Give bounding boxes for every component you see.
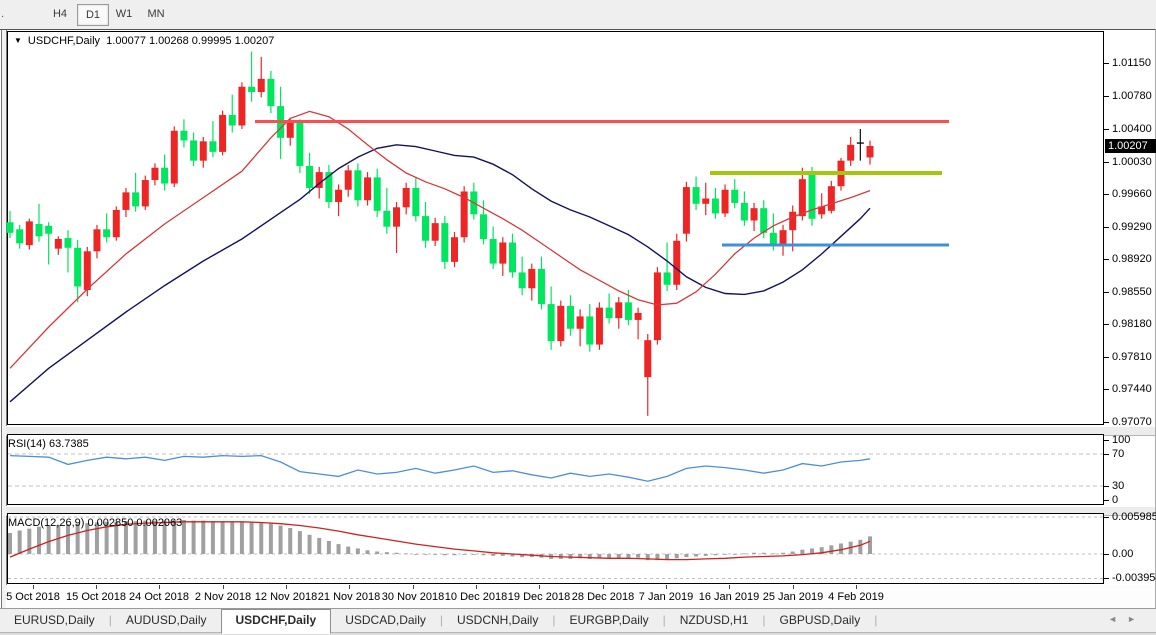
- timeframe-toolbar: . H4 D1 W1 MN: [0, 0, 1156, 30]
- time-axis-tick: [603, 585, 604, 589]
- price-axis-label: 0.98550: [1112, 285, 1152, 298]
- price-axis-label: 1.00780: [1112, 89, 1152, 102]
- price-axis-tick: [1104, 259, 1109, 261]
- time-axis-tick: [793, 585, 794, 589]
- price-axis-tick: [1104, 128, 1109, 130]
- time-axis-label: 21 Nov 2018: [317, 591, 381, 603]
- toolbar-overflow-glyph: .: [1, 8, 5, 20]
- chart-tab-usdcnh[interactable]: USDCNH,Daily: [443, 609, 552, 632]
- macd-axis-label: -0.003954: [1112, 572, 1156, 584]
- chart-tab-gbpusd[interactable]: GBPUSD,Daily: [766, 609, 875, 632]
- chart-tab-eurusd[interactable]: EURUSD,Daily: [0, 609, 109, 632]
- time-axis-tick: [159, 585, 160, 589]
- chart-workspace: ▼ USDCHF,Daily 1.00077 1.00268 0.99995 1.…: [0, 29, 1156, 608]
- chart-tab-bar: EURUSD,Daily | AUDUSD,Daily USDCHF,Daily USD…: [0, 608, 1156, 634]
- rsi-label: RSI(14) 63.7385: [8, 438, 89, 450]
- time-axis-tick: [349, 585, 350, 589]
- rsi-axis-label: 100: [1112, 434, 1131, 446]
- price-axis-label: 0.98180: [1112, 318, 1152, 331]
- price-axis-label: 1.00400: [1112, 122, 1152, 135]
- price-axis-tick: [1104, 356, 1109, 358]
- price-axis-tick: [1104, 291, 1109, 293]
- price-axis-label: 1.01150: [1112, 57, 1151, 69]
- price-axis-tick: [1104, 226, 1109, 228]
- timeframe-button-h4[interactable]: H4: [45, 4, 75, 24]
- macd-axis-tick: [1104, 554, 1109, 555]
- rsi-axis-label: 0: [1112, 494, 1119, 506]
- time-axis-label: 15 Oct 2018: [66, 591, 126, 603]
- chart-tab-usdchf[interactable]: USDCHF,Daily: [220, 609, 332, 634]
- time-axis-tick: [666, 585, 667, 589]
- tab-scroll-right-icon[interactable]: ►: [1127, 614, 1146, 624]
- price-axis-tick: [1104, 63, 1109, 64]
- time-axis-tick: [729, 585, 730, 589]
- macd-axis-label: 0.00: [1112, 548, 1134, 560]
- rsi-axis-tick: [1104, 454, 1109, 455]
- candlestick-plot[interactable]: [0, 30, 1156, 425]
- timeframe-button-w1[interactable]: W1: [109, 4, 139, 24]
- chart-ohlc-values: 1.00077 1.00268 0.99995 1.00207: [106, 35, 275, 47]
- rsi-axis-label: 70: [1112, 448, 1125, 460]
- time-axis-label: 12 Nov 2018: [254, 591, 318, 603]
- time-axis-tick: [476, 585, 477, 589]
- chart-tab-nzdusd[interactable]: NZDUSD,H1: [666, 609, 763, 632]
- price-axis-label: 0.97440: [1112, 383, 1152, 396]
- price-axis-tick: [1104, 95, 1109, 97]
- price-axis-tick: [1104, 421, 1109, 423]
- time-axis[interactable]: 5 Oct 2018 15 Oct 2018 24 Oct 2018 2 Nov 20…: [6, 585, 1155, 608]
- tab-separator: |: [874, 613, 878, 627]
- macd-axis-label: 0.005985: [1112, 511, 1156, 523]
- mt4-terminal-window: . H4 D1 W1 MN ▼ USDCHF,Daily 1.00077 1.00268…: [0, 0, 1156, 635]
- time-axis-label: 19 Dec 2018: [507, 591, 571, 603]
- macd-axis-tick: [1104, 517, 1109, 518]
- price-axis-label: 0.97810: [1112, 350, 1152, 363]
- macd-label: MACD(12,26,9) 0.002850 0.002063: [8, 517, 183, 529]
- tab-scroll-left-icon[interactable]: ◄: [1108, 614, 1127, 624]
- time-axis-tick: [96, 585, 97, 589]
- rsi-axis-tick: [1104, 486, 1109, 487]
- price-axis-label: 1.00030: [1112, 155, 1152, 168]
- price-axis-label: 0.99660: [1112, 188, 1152, 201]
- chart-tab-usdcad[interactable]: USDCAD,Daily: [331, 609, 440, 632]
- price-axis-label: 0.98920: [1112, 253, 1152, 266]
- price-axis-tick: [1104, 389, 1109, 391]
- time-axis-label: 16 Jan 2019: [698, 591, 760, 603]
- time-axis-tick: [413, 585, 414, 589]
- tab-scroll-arrows: ◄►: [1108, 614, 1146, 624]
- price-axis-tick: [1104, 194, 1109, 196]
- rsi-axis-tick: [1104, 500, 1109, 501]
- time-axis-tick: [539, 585, 540, 589]
- time-axis-label: 24 Oct 2018: [129, 591, 189, 603]
- price-axis-label: 0.97070: [1112, 415, 1152, 428]
- timeframe-button-mn[interactable]: MN: [141, 4, 171, 24]
- price-axis-tick: [1104, 324, 1109, 326]
- time-axis-label: 2 Nov 2018: [194, 591, 252, 603]
- timeframe-button-d1[interactable]: D1: [77, 4, 109, 26]
- time-axis-tick: [856, 585, 857, 589]
- time-axis-label: 25 Jan 2019: [762, 591, 824, 603]
- price-axis-tick: [1104, 161, 1109, 163]
- rsi-axis-tick: [1104, 440, 1109, 441]
- rsi-plot[interactable]: [0, 434, 1156, 505]
- time-axis-tick: [286, 585, 287, 589]
- time-axis-tick: [223, 585, 224, 589]
- chart-tab-audusd[interactable]: AUDUSD,Daily: [112, 609, 221, 632]
- current-price-box: 1.00207: [1105, 138, 1156, 153]
- time-axis-label: 7 Jan 2019: [638, 591, 694, 603]
- time-axis-label: 30 Nov 2018: [381, 591, 445, 603]
- chart-header: ▼ USDCHF,Daily 1.00077 1.00268 0.99995 1.…: [14, 35, 274, 47]
- time-axis-label: 4 Feb 2019: [828, 591, 884, 603]
- rsi-axis-label: 30: [1112, 480, 1125, 492]
- chart-tab-eurgbp[interactable]: EURGBP,Daily: [555, 609, 662, 632]
- time-axis-tick: [33, 585, 34, 589]
- chart-dropdown-icon[interactable]: ▼: [14, 36, 22, 45]
- chart-symbol-title: USDCHF,Daily: [27, 35, 101, 47]
- macd-axis-tick: [1104, 578, 1109, 579]
- time-axis-label: 5 Oct 2018: [6, 591, 60, 603]
- time-axis-label: 28 Dec 2018: [571, 591, 635, 603]
- time-axis-label: 10 Dec 2018: [444, 591, 508, 603]
- price-axis-label: 0.99290: [1112, 220, 1152, 233]
